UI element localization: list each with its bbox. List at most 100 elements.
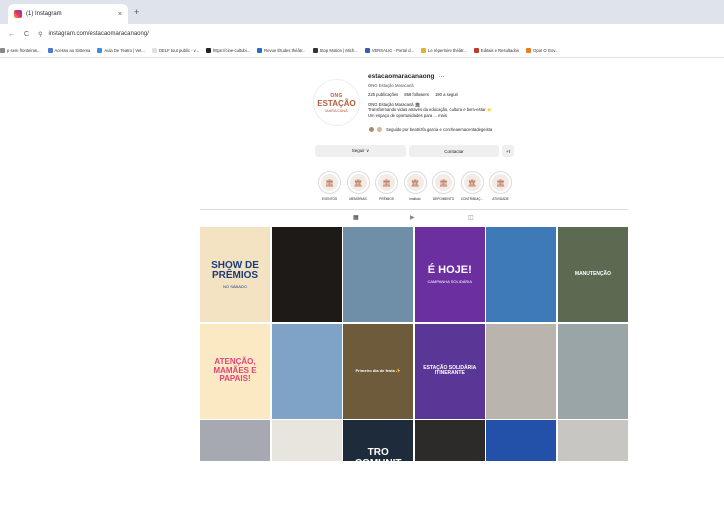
more-options-icon[interactable]: ··· (438, 73, 445, 80)
followed-by-text: Seguido por beatrizfa.garcia e corcheaem… (386, 127, 493, 132)
post-thumbnail[interactable]: ATIBAIA PROCESSAMENTO (271, 420, 342, 461)
post-thumbnail[interactable] (486, 227, 557, 322)
bookmark-label: https://cine-cultubi... (212, 48, 251, 53)
bookmark-item[interactable]: Acesso ao Sistema (47, 48, 91, 53)
highlight-label: Instituto (409, 197, 421, 201)
post-thumbnail[interactable] (557, 420, 628, 461)
post-thumbnail[interactable] (343, 227, 414, 322)
building-icon: 🏛 (406, 174, 424, 191)
highlight-item[interactable]: 🏛 MEMÓRIAS (346, 171, 370, 201)
post-thumbnail[interactable] (271, 323, 342, 419)
highlight-item[interactable]: 🏛 EVENTOS (318, 171, 341, 201)
suggested-users-button[interactable]: +ℓ (502, 145, 514, 157)
tab-posts-icon[interactable]: ▦ (353, 214, 359, 221)
browser-tab-instagram[interactable]: (1) Instagram × (8, 4, 128, 24)
building-icon: 🏛 (492, 174, 509, 191)
post-caption-text: SHOW DE PRÊMIOS (211, 259, 259, 281)
follower-avatar (368, 126, 375, 133)
stat-following[interactable]: 190 a seguir (435, 92, 458, 97)
follow-button[interactable]: Seguir ∨ (315, 145, 406, 157)
post-thumbnail[interactable] (200, 420, 270, 461)
post-caption-text: ESTAÇÃO SOLIDÁRIA ITINERANTE (423, 364, 477, 376)
address-bar: ← C ⚲ instagram.com/estacaomaracanaong/ (0, 24, 724, 44)
post-thumbnail[interactable]: ATENÇÃO, MAMÃES E PAPAIS! (200, 323, 270, 419)
bookmark-label: Stop Motion | Mich... (319, 48, 358, 53)
post-thumbnail[interactable] (271, 227, 342, 322)
post-caption-text: ATENÇÃO, MAMÃES E PAPAIS! (213, 357, 257, 384)
highlight-label: ATIVIDADE (492, 197, 509, 201)
new-tab-button[interactable]: + (134, 7, 139, 17)
bookmark-favicon-icon (473, 48, 479, 53)
highlight-label: CONTRIBUIÇ... (460, 197, 484, 201)
post-subcaption-text: CAMPANHA SOLIDÁRIA (427, 278, 473, 284)
bookmark-item[interactable]: Le répertoire théâtr... (421, 48, 467, 53)
post-thumbnail[interactable] (557, 323, 628, 419)
highlight-item[interactable]: 🏛 PRÊMIOS (375, 171, 398, 201)
highlight-item[interactable]: 🏛 DEPOIMENTO (432, 171, 455, 201)
bookmark-item[interactable]: p sem fronteiras... (0, 48, 41, 53)
post-thumbnail[interactable]: SHOW DE PRÊMIOS NO SÁBADO (200, 227, 270, 322)
profile-avatar[interactable]: ONG ESTAÇÃO MARACANÃ (313, 79, 360, 126)
highlight-label: EVENTOS (321, 197, 338, 201)
profile-username-row: estacaomaracanaong ··· (368, 73, 445, 80)
building-icon: 🏛 (349, 174, 367, 191)
stat-posts: 225 publicações (368, 92, 399, 97)
bookmark-item[interactable]: Aula De Teatro | Vet... (97, 48, 145, 53)
post-thumbnail[interactable]: Primeiro dia de festa ✨ (343, 323, 414, 419)
profile-tabs: ▦ ▶ ◫ (200, 209, 628, 223)
bookmark-label: Opa! O Gov... (533, 48, 559, 53)
bookmark-item[interactable]: Stop Motion | Mich... (312, 48, 358, 53)
tab-reels-icon[interactable]: ▶ (410, 214, 415, 221)
bookmark-item[interactable]: VERSALIC - Portal d... (364, 48, 414, 53)
logo-text-sub: MARACANÃ (325, 107, 348, 113)
bookmark-item[interactable]: https://cine-cultubi... (205, 48, 251, 53)
profile-bio: ONG Estação Maracanã 🏛 Transformando vid… (368, 102, 492, 118)
highlight-label: MEMÓRIAS (349, 197, 367, 201)
bookmark-label: Editais e Resultados (480, 48, 520, 53)
post-thumbnail[interactable] (486, 323, 557, 419)
profile-stats: 225 publicações 858 followers 190 a segu… (368, 92, 458, 97)
post-caption-text: Primeiro dia de festa ✨ (355, 367, 401, 373)
bookmark-label: Revue Études théâtr... (264, 48, 306, 53)
post-thumbnail[interactable]: É HOJE! CAMPANHA SOLIDÁRIA (414, 227, 485, 322)
post-caption-text: TRO COMUNIT MARACANÃ (355, 447, 402, 461)
bookmark-label: Aula De Teatro | Vet... (104, 48, 145, 53)
post-thumbnail[interactable]: 25 ANOS (486, 420, 557, 461)
posts-grid: SHOW DE PRÊMIOS NO SÁBADO É HOJE! CAMPANHA … (200, 227, 628, 461)
highlight-item[interactable]: 🏛 CONTRIBUIÇ... (460, 171, 484, 201)
post-thumbnail[interactable]: TRO COMUNIT MARACANÃRITMOS (343, 420, 414, 461)
site-info-icon[interactable]: ⚲ (38, 31, 42, 38)
contact-button[interactable]: Contactar (409, 145, 499, 157)
highlight-cover: 🏛 (318, 171, 341, 194)
bookmark-label: p sem fronteiras... (7, 48, 41, 53)
post-thumbnail[interactable]: ESTAÇÃO SOLIDÁRIA ITINERANTE (414, 323, 485, 419)
bookmark-favicon-icon (312, 48, 318, 53)
building-icon: 🏛 (463, 174, 481, 191)
followed-by[interactable]: Seguido por beatrizfa.garcia e corcheaem… (368, 126, 492, 133)
bookmark-item[interactable]: Revue Études théâtr... (257, 48, 306, 53)
url-field[interactable]: ⚲ instagram.com/estacaomaracanaong/ (38, 31, 149, 38)
bookmark-item[interactable]: DELF tout public - v... (151, 48, 199, 53)
post-caption-text: MANUTENÇÃO (574, 270, 612, 277)
bookmark-favicon-icon (97, 48, 103, 53)
tab-title: (1) Instagram (26, 11, 62, 17)
browser-tab-strip: (1) Instagram × + (0, 0, 724, 24)
highlight-item[interactable]: 🏛 ATIVIDADE (489, 171, 512, 201)
bookmark-favicon-icon (0, 48, 5, 53)
back-icon[interactable]: ← (8, 31, 15, 38)
highlight-label: PRÊMIOS (379, 197, 394, 201)
follower-avatar (376, 126, 383, 133)
bookmark-item[interactable]: Opa! O Gov... (526, 48, 559, 53)
bookmark-item[interactable]: Editais e Resultados (473, 48, 520, 53)
bookmark-label: Acesso ao Sistema (54, 48, 91, 53)
highlight-item[interactable]: 🏛 Instituto (403, 171, 427, 201)
tab-tagged-icon[interactable]: ◫ (468, 214, 474, 221)
highlight-label: DEPOIMENTO (432, 197, 455, 201)
post-thumbnail[interactable]: MANUTENÇÃO (557, 227, 628, 322)
bookmarks-bar: p sem fronteiras... Acesso ao Sistema Aula… (0, 44, 724, 58)
close-tab-icon[interactable]: × (118, 11, 122, 18)
post-subcaption-text: NO SÁBADO (223, 283, 247, 289)
stat-followers[interactable]: 858 followers (404, 92, 429, 97)
reload-icon[interactable]: C (24, 31, 29, 38)
post-thumbnail[interactable] (414, 420, 485, 461)
